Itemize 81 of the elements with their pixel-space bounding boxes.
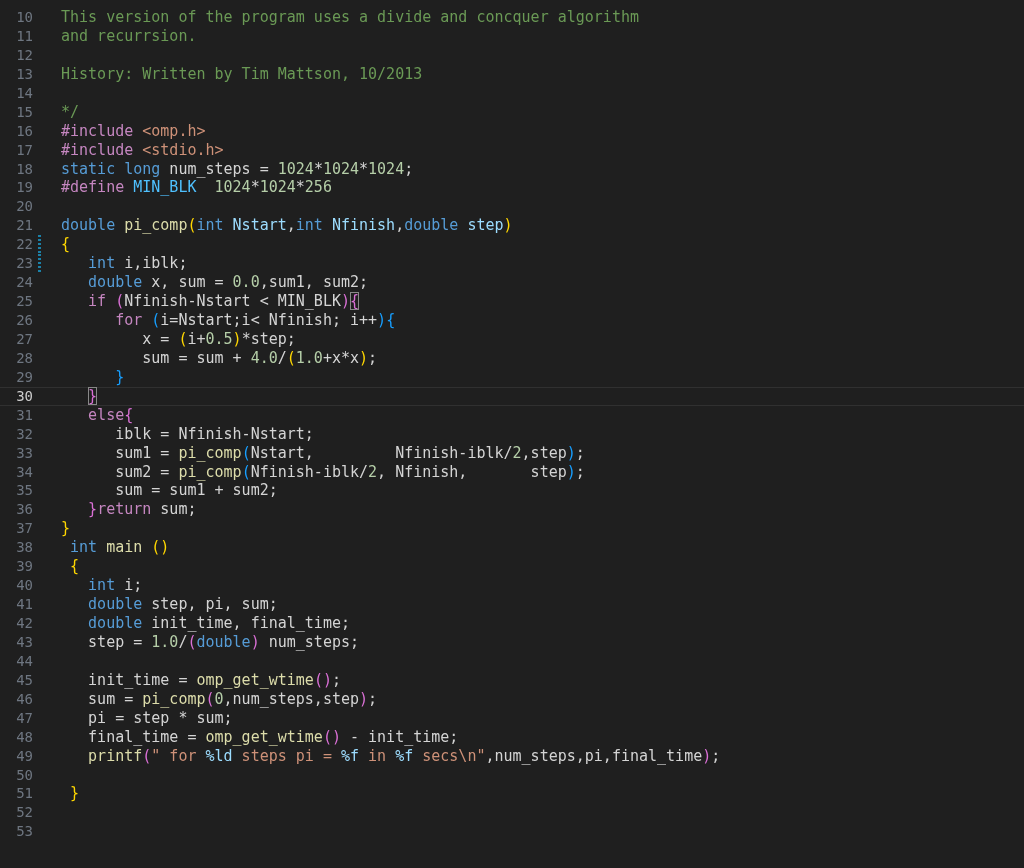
line-number: 38 <box>15 538 33 558</box>
line-number: 18 <box>15 159 33 179</box>
code-line: } <box>69 784 80 804</box>
code-line: sum = pi_comp(0,num_steps,step); <box>87 689 378 709</box>
code-line: int i,iblk; <box>87 254 188 274</box>
code-line: } <box>61 519 71 539</box>
line-number: 15 <box>15 102 33 122</box>
code-line: */ <box>61 102 80 122</box>
code-line: #include <stdio.h> <box>61 140 224 160</box>
line-number: 14 <box>15 83 33 103</box>
line-number: 25 <box>15 292 33 311</box>
code-line: printf(" for %ld steps pi = %f in %f secs\n",num_steps,pi,final_time); <box>87 746 721 766</box>
code-line: double step, pi, sum; <box>87 595 278 614</box>
line-number: 37 <box>15 519 33 539</box>
line-number: 53 <box>15 822 33 842</box>
line-number: 48 <box>15 727 33 747</box>
line-number: 42 <box>15 614 33 633</box>
line-number: 45 <box>15 670 33 690</box>
line-number: 23 <box>15 254 33 274</box>
line-number: 27 <box>15 329 33 349</box>
code-line: sum2 = pi_comp(Nfinish-iblk/2, Nfinish, step); <box>114 462 585 482</box>
line-number: 36 <box>15 500 33 520</box>
line-number: 26 <box>15 311 33 330</box>
line-number: 21 <box>15 216 33 236</box>
line-number: 19 <box>15 178 33 198</box>
line-number: 10 <box>15 8 33 27</box>
line-number: 46 <box>15 689 33 709</box>
code-line: #include <omp.h> <box>61 121 206 141</box>
line-number: 33 <box>15 443 33 463</box>
code-line: int i; <box>87 576 143 596</box>
code-line: This version of the program uses a divide and concquer algorithm <box>61 8 639 27</box>
code-line: History: Written by Tim Mattson, 10/2013 <box>61 64 423 84</box>
line-number: 44 <box>15 651 33 671</box>
line-number: 35 <box>15 481 33 501</box>
code-line: { <box>69 557 80 577</box>
code-line: init_time = omp_get_wtime(); <box>87 670 341 690</box>
code-line: } <box>87 387 98 405</box>
line-number: 32 <box>15 424 33 444</box>
line-number: 11 <box>15 26 33 46</box>
code-line: { <box>61 235 71 255</box>
line-number: 50 <box>15 765 33 785</box>
line-number: 17 <box>15 140 33 160</box>
line-number: 31 <box>15 405 33 425</box>
line-number: 12 <box>15 45 33 65</box>
code-line: sum = sum1 + sum2; <box>114 481 278 501</box>
line-number: 28 <box>15 348 33 368</box>
line-number: 29 <box>15 367 33 387</box>
code-line: x = (i+0.5)*step; <box>141 329 296 349</box>
code-line: pi = step * sum; <box>87 708 233 728</box>
line-number: 52 <box>15 803 33 823</box>
code-line: double x, sum = 0.0,sum1, sum2; <box>87 273 369 293</box>
code-line: else{ <box>87 405 134 425</box>
code-line: int main () <box>69 538 170 558</box>
line-number: 49 <box>15 746 33 766</box>
line-number: 13 <box>15 64 33 84</box>
line-number: 30 <box>15 387 33 405</box>
line-number: 34 <box>15 462 33 482</box>
line-number: 47 <box>15 708 33 728</box>
code-line: iblk = Nfinish-Nstart; <box>114 424 314 444</box>
line-number: 40 <box>15 576 33 596</box>
line-number: 51 <box>15 784 33 804</box>
line-number: 16 <box>15 121 33 141</box>
code-line: double init_time, final_time; <box>87 614 350 633</box>
line-number: 24 <box>15 273 33 293</box>
code-line: sum = sum + 4.0/(1.0+x*x); <box>141 348 378 368</box>
line-number: 22 <box>15 235 33 255</box>
code-line: for (i=Nstart;i< Nfinish; i++){ <box>114 311 396 330</box>
code-line: sum1 = pi_comp(Nstart, Nfinish-iblk/2,step); <box>114 443 585 463</box>
code-line: #define MIN_BLK 1024*1024*256 <box>61 178 332 198</box>
line-number: 41 <box>15 595 33 614</box>
code-line: static long num_steps = 1024*1024*1024; <box>61 159 414 179</box>
line-number: 39 <box>15 557 33 577</box>
code-line: final_time = omp_get_wtime() - init_time; <box>87 727 459 747</box>
line-number: 43 <box>15 632 33 652</box>
code-line: and recurrsion. <box>61 26 197 46</box>
code-line: if (Nfinish-Nstart < MIN_BLK){ <box>87 292 360 311</box>
code-line: }return sum; <box>87 500 197 520</box>
code-line: step = 1.0/(double) num_steps; <box>87 632 360 652</box>
line-number: 20 <box>15 197 33 217</box>
code-line: double pi_comp(int Nstart,int Nfinish,double step) <box>61 216 513 236</box>
code-line: } <box>114 367 125 387</box>
